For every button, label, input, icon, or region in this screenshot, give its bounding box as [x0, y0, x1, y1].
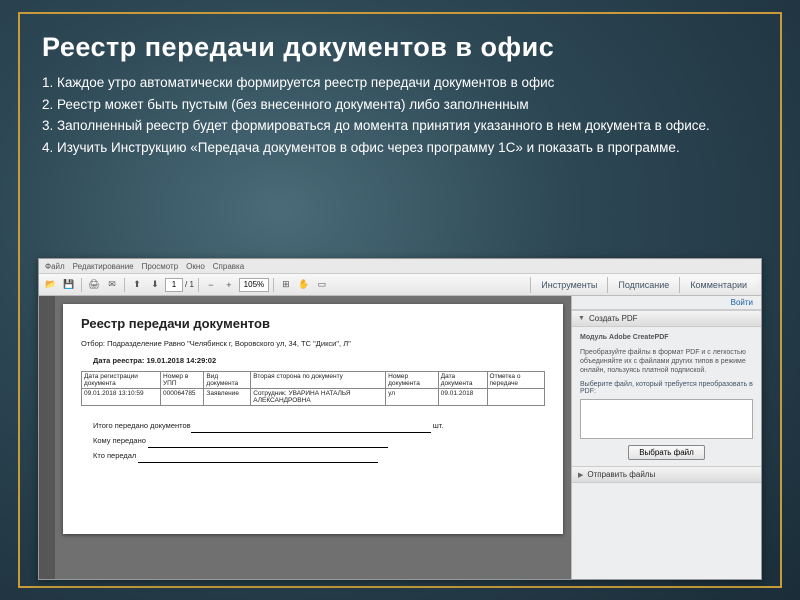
document-page: Реестр передачи документов Отбор: Подраз…: [63, 304, 563, 534]
doc-filter: Отбор: Подразделение Равно "Челябинск г,…: [81, 339, 545, 348]
module-text: Преобразуйте файлы в формат PDF и с легк…: [580, 348, 753, 375]
panel-send-files[interactable]: ▶ Отправить файлы: [572, 466, 761, 483]
tab-tools[interactable]: Инструменты: [530, 277, 607, 293]
table-row: 09.01.2018 13:10:59 000064785 Заявление …: [82, 389, 545, 406]
cell-date: 09.01.2018: [438, 389, 487, 406]
pick-hint: Выберите файл, который требуется преобра…: [580, 381, 753, 395]
total-unit: шт.: [433, 421, 444, 430]
point-4: 4. Изучить Инструкцию «Передача документ…: [42, 138, 758, 158]
cell-upp: 000064785: [161, 389, 204, 406]
zoom-out-icon[interactable]: −: [203, 277, 219, 293]
regdate-value: 19.01.2018 14:29:02: [146, 356, 216, 365]
registry-table: Дата регистрации документа Номер в УПП В…: [81, 371, 545, 406]
cell-regdate: 09.01.2018 13:10:59: [82, 389, 161, 406]
zoom-in-icon[interactable]: +: [221, 277, 237, 293]
side-panel: Войти ▼ Создать PDF Модуль Adobe CreateP…: [571, 296, 761, 579]
file-dropzone[interactable]: [580, 399, 753, 439]
panel-create-label: Создать PDF: [589, 314, 638, 323]
pick-file-button[interactable]: Выбрать файл: [628, 445, 705, 460]
col-party: Вторая сторона по документу: [251, 372, 386, 389]
separator: [198, 278, 199, 292]
by-label: Кто передал: [93, 451, 136, 460]
filter-label: Отбор:: [81, 339, 105, 348]
col-upp: Номер в УПП: [161, 372, 204, 389]
separator: [273, 278, 274, 292]
pdf-reader-window: Файл Редактирование Просмотр Окно Справк…: [38, 258, 762, 580]
slide-points: 1. Каждое утро автоматически формируется…: [42, 73, 758, 157]
separator: [124, 278, 125, 292]
open-icon[interactable]: 📂: [43, 277, 59, 293]
point-3: 3. Заполненный реестр будет формироватьс…: [42, 116, 758, 136]
menu-file[interactable]: Файл: [45, 262, 65, 271]
doc-heading: Реестр передачи документов: [81, 316, 545, 331]
doc-regdate: Дата реестра: 19.01.2018 14:29:02: [93, 356, 545, 365]
slide-title: Реестр передачи документов в офис: [42, 32, 758, 63]
point-2: 2. Реестр может быть пустым (без внесенн…: [42, 95, 758, 115]
menu-help[interactable]: Справка: [213, 262, 244, 271]
table-header-row: Дата регистрации документа Номер в УПП В…: [82, 372, 545, 389]
panel-create-body: Модуль Adobe CreatePDF Преобразуйте файл…: [572, 327, 761, 466]
regdate-label: Дата реестра:: [93, 356, 144, 365]
hand-icon[interactable]: ✋: [296, 277, 312, 293]
col-date: Дата документа: [438, 372, 487, 389]
cell-mark: [487, 389, 544, 406]
tab-sign[interactable]: Подписание: [607, 277, 679, 293]
select-icon[interactable]: ▭: [314, 277, 330, 293]
tab-comments[interactable]: Комментарии: [679, 277, 757, 293]
point-1: 1. Каждое утро автоматически формируется…: [42, 73, 758, 93]
menu-view[interactable]: Просмотр: [142, 262, 179, 271]
document-area[interactable]: Реестр передачи документов Отбор: Подраз…: [55, 296, 571, 579]
total-label: Итого передано документов: [93, 421, 191, 430]
menu-edit[interactable]: Редактирование: [73, 262, 134, 271]
menubar: Файл Редактирование Просмотр Окно Справк…: [39, 259, 761, 274]
app-body: Реестр передачи документов Отбор: Подраз…: [39, 296, 761, 579]
separator: [81, 278, 82, 292]
login-link[interactable]: Войти: [572, 296, 761, 310]
page-next-icon[interactable]: ⬇: [147, 277, 163, 293]
col-kind: Вид документа: [204, 372, 251, 389]
chevron-down-icon: ▼: [578, 315, 585, 322]
filter-value: Подразделение Равно "Челябинск г, Воровс…: [107, 339, 351, 348]
page-number-input[interactable]: [165, 278, 183, 292]
mail-icon[interactable]: ✉: [104, 277, 120, 293]
toolbar: 📂 💾 🖨 ✉ ⬆ ⬇ / 1 − + ⊞ ✋ ▭ Инструменты По…: [39, 274, 761, 296]
col-num: Номер документа: [386, 372, 439, 389]
left-rail[interactable]: [39, 296, 55, 579]
menu-window[interactable]: Окно: [186, 262, 205, 271]
totals-block: Итого передано документов шт. Кому перед…: [93, 418, 545, 463]
module-title: Модуль Adobe CreatePDF: [580, 333, 753, 342]
to-label: Кому передано: [93, 436, 146, 445]
cell-party: Сотрудник: УВАРИНА НАТАЛЬЯ АЛЕКСАНДРОВНА: [251, 389, 386, 406]
chevron-right-icon: ▶: [578, 471, 583, 479]
col-mark: Отметка о передаче: [487, 372, 544, 389]
zoom-input[interactable]: [239, 278, 269, 292]
panel-create-pdf[interactable]: ▼ Создать PDF: [572, 310, 761, 327]
cell-num: ул: [386, 389, 439, 406]
save-icon[interactable]: 💾: [61, 277, 77, 293]
col-regdate: Дата регистрации документа: [82, 372, 161, 389]
tool-icon[interactable]: ⊞: [278, 277, 294, 293]
cell-kind: Заявление: [204, 389, 251, 406]
panel-send-label: Отправить файлы: [587, 470, 655, 479]
print-icon[interactable]: 🖨: [86, 277, 102, 293]
toolbar-right-tabs: Инструменты Подписание Комментарии: [530, 277, 757, 293]
page-total: / 1: [185, 280, 194, 289]
page-prev-icon[interactable]: ⬆: [129, 277, 145, 293]
